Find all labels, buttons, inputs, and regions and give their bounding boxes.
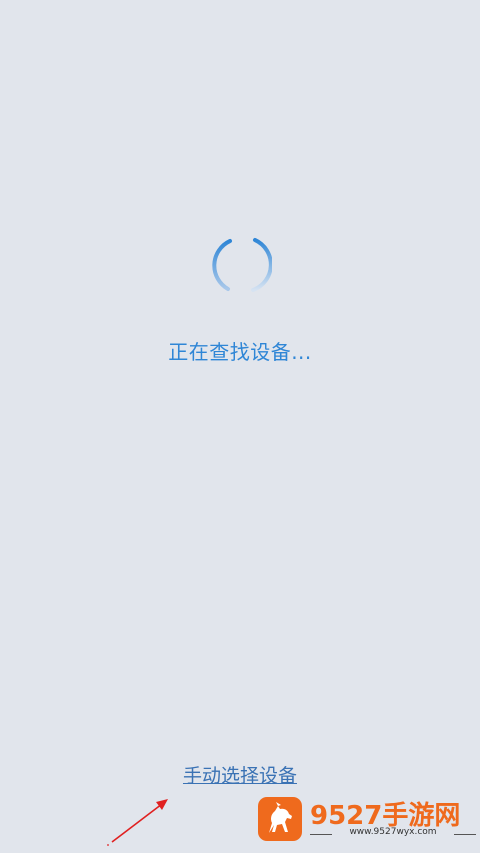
site-watermark: 9527手游网 www.9527wyx.com (256, 795, 478, 843)
red-arrow-annotation (104, 792, 176, 848)
watermark-url: www.9527wyx.com (349, 827, 437, 837)
watermark-url-row: www.9527wyx.com (310, 827, 476, 841)
loading-spinner-icon (208, 234, 273, 298)
searching-status-text: 正在查找设备... (168, 340, 312, 364)
divider (454, 834, 476, 835)
horse-logo-icon (258, 797, 302, 841)
divider (310, 834, 332, 835)
manual-select-device-link[interactable]: 手动选择设备 (0, 761, 480, 788)
